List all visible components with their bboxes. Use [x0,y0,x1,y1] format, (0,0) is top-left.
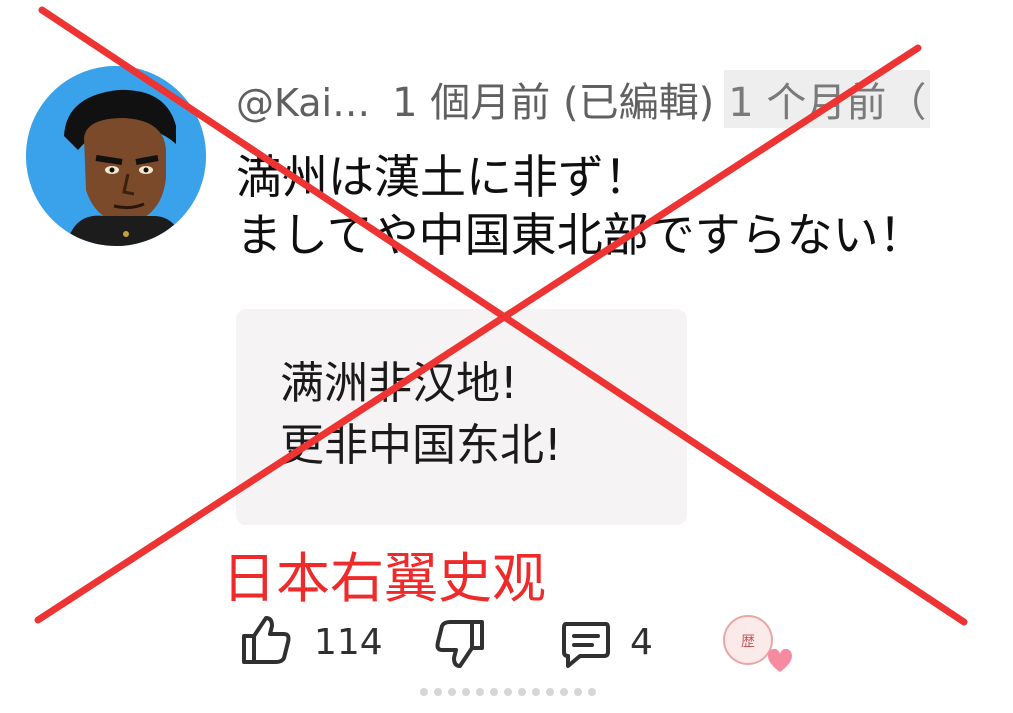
timestamp-edited: 1 個月前 (已編輯) [392,80,715,126]
timestamp-translated: 1 个月前（ [724,70,931,128]
annotation-caption: 日本右翼史观 [222,547,546,610]
creator-heart[interactable]: 歴 [722,610,802,684]
like-button[interactable] [238,612,294,672]
dislike-icon [435,620,484,668]
dislike-button[interactable] [432,616,488,676]
translation-line-1: 满洲非汉地! [280,358,518,409]
reply-button[interactable] [558,616,614,676]
avatar[interactable] [26,66,206,246]
creator-heart-icon: 歴 [723,615,792,672]
translation-line-2: 更非中国东北! [280,420,562,471]
watermark-dots [420,688,596,696]
author-handle[interactable]: @Kai… [236,81,370,125]
reply-icon [562,622,610,668]
translation-text: 满洲非汉地! 更非中国东北! [280,353,562,477]
like-icon [242,616,291,664]
like-count: 114 [314,622,383,663]
svg-text:歴: 歴 [741,634,755,650]
avatar-image [26,66,206,246]
comment-line-2: ましてや中国東北部ですらない！ [236,208,925,262]
reply-count: 4 [630,622,653,663]
action-bar: 114 4 歴 [238,612,838,682]
comment-line-1: 満州は漢土に非ず！ [236,150,650,204]
comment-text: 満州は漢土に非ず！ ましてや中国東北部ですらない！ [236,148,925,264]
translation-box: 满洲非汉地! 更非中国东北! [236,309,687,525]
comment-header: @Kai… 1 個月前 (已編輯) 1 个月前（ [236,70,931,130]
